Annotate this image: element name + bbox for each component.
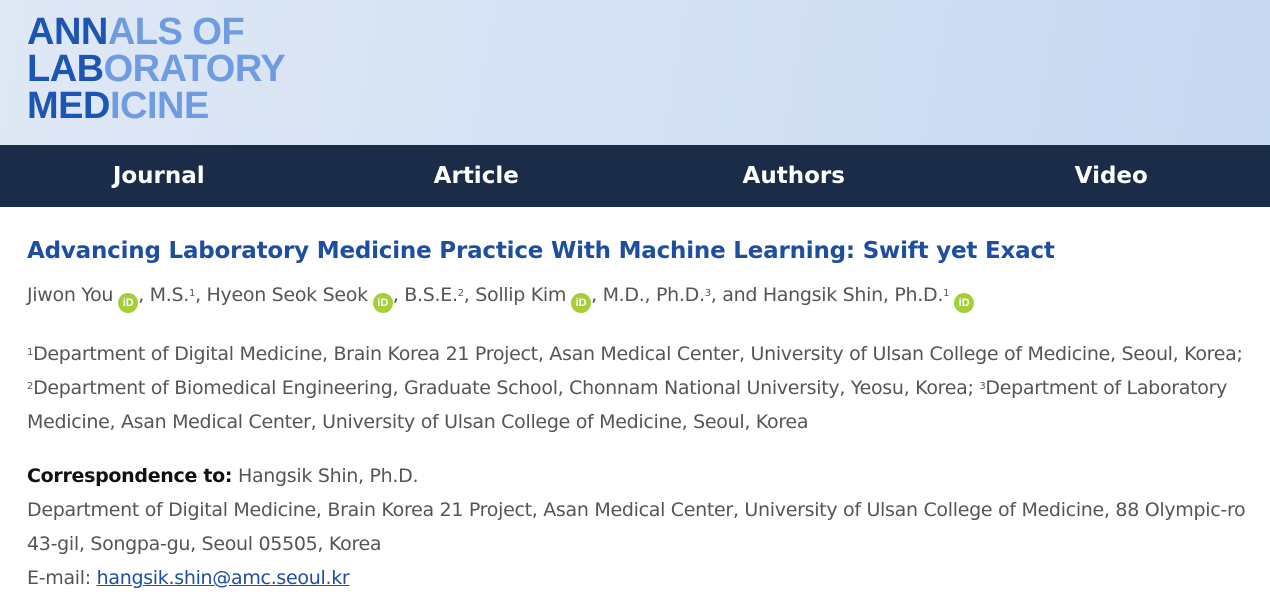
author-degree: , B.S.E. [392,284,458,306]
nav-item-authors[interactable]: Authors [635,145,953,207]
orcid-icon[interactable]: iD [571,293,592,313]
logo-text-light: ALS OF [107,11,245,53]
email-link[interactable]: hangsik.shin@amc.seoul.kr [97,567,350,589]
article-content: Advancing Laboratory Medicine Practice W… [0,235,1270,595]
author-separator: , [710,284,723,306]
author-name: Sollip Kim [475,284,567,306]
author-separator: , [195,284,207,306]
author-degree: , M.D., Ph.D. [591,284,705,306]
orcid-icon[interactable]: iD [118,293,139,313]
affiliation-text: Department of Biomedical Engineering, Gr… [33,377,980,399]
author-separator: , [463,284,476,306]
author-name: Hyeon Seok Seok [206,284,369,306]
affiliation-text: Department of Digital Medicine, Brain Ko… [33,343,1243,365]
orcid-icon[interactable]: iD [372,293,393,313]
orcid-icon[interactable]: iD [954,293,975,313]
author-list: Jiwon You iD, M.S.1, Hyeon Seok Seok iD, B… [27,281,1250,313]
affiliation-marker: 1 [943,288,950,299]
author-name: and Hangsik Shin, Ph.D. [722,284,944,306]
nav-item-article[interactable]: Article [318,145,636,207]
author-name: Jiwon You [27,284,114,306]
logo-line-3: MEDICINE [27,85,285,127]
logo-text-light: ORATORY [103,48,286,90]
logo-text-dark: LAB [27,48,104,90]
author-degree: , M.S. [138,284,189,306]
correspondence-label: Correspondence to: [27,465,233,487]
nav-item-journal[interactable]: Journal [0,145,318,207]
nav-item-video[interactable]: Video [953,145,1270,207]
correspondence-name: Hangsik Shin, Ph.D. [232,465,419,487]
logo-text-light: ICINE [109,85,209,127]
correspondence-email-line: E-mail: hangsik.shin@amc.seoul.kr [27,561,1250,595]
correspondence-address: Department of Digital Medicine, Brain Ko… [27,499,1246,555]
article-title: Advancing Laboratory Medicine Practice W… [27,238,1055,264]
logo-text-dark: ANN [27,11,108,53]
site-header: ANNALS OF LABORATORY MEDICINE [0,0,1270,145]
logo-line-2: LABORATORY [27,48,286,90]
correspondence-line: Correspondence to: Hangsik Shin, Ph.D. [27,459,1250,493]
email-label: E-mail: [27,567,97,589]
logo-text-dark: MED [27,85,110,127]
main-nav: Journal Article Authors Video [0,145,1270,207]
affiliations: 1Department of Digital Medicine, Brain K… [27,337,1250,439]
logo-line-1: ANNALS OF [27,11,285,53]
correspondence: Correspondence to: Hangsik Shin, Ph.D. D… [27,459,1250,595]
journal-logo[interactable]: ANNALS OF LABORATORY MEDICINE [27,11,286,127]
